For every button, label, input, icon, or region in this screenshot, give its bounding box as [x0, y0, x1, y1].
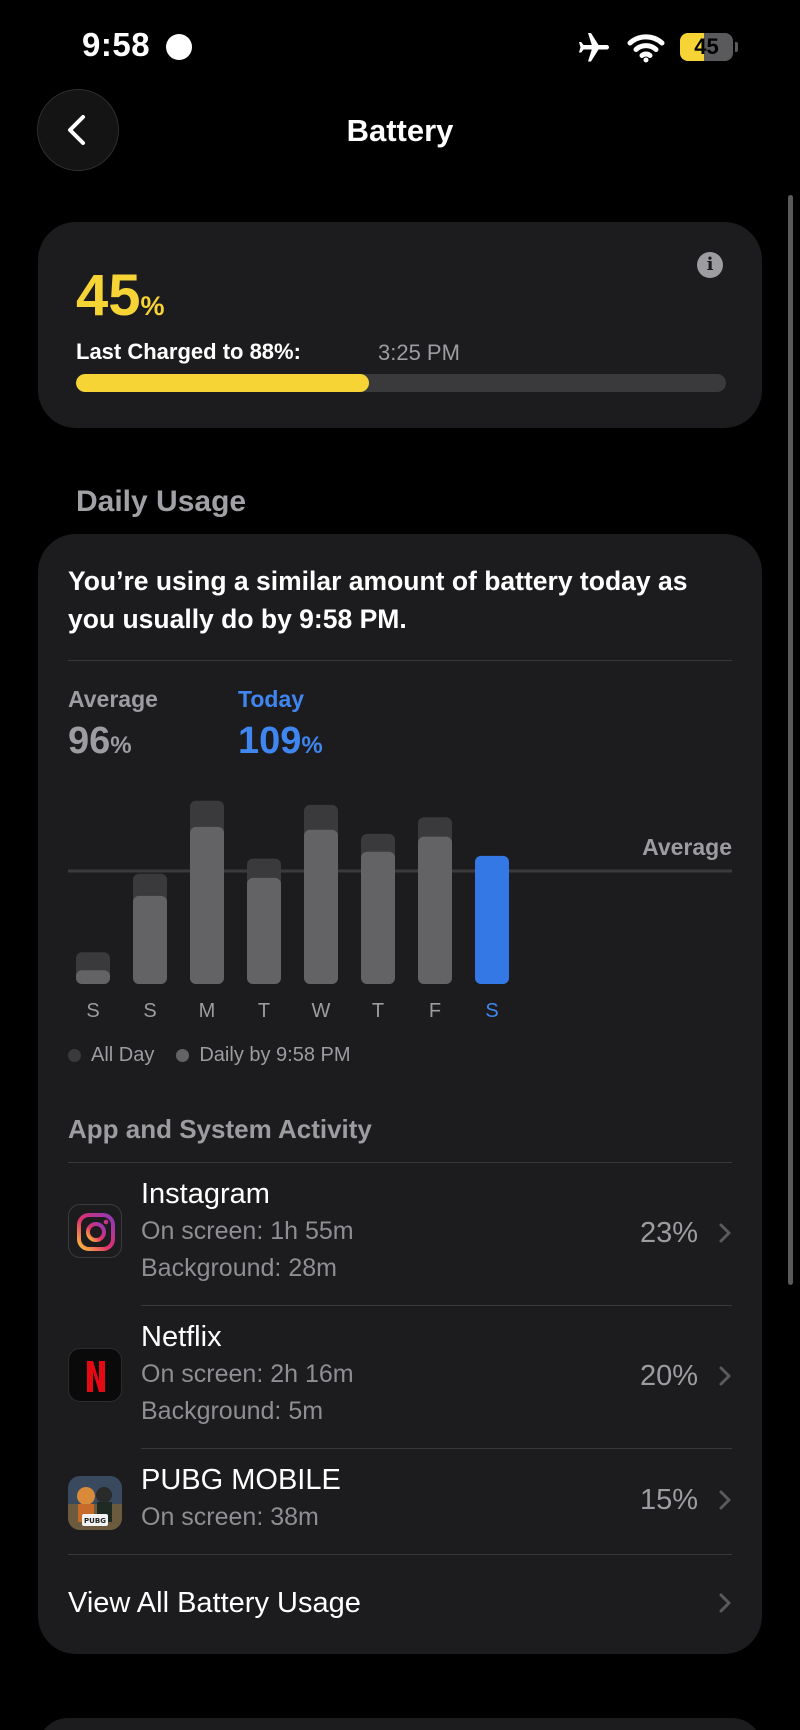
chart-legend: All Day Daily by 9:58 PM: [68, 1044, 373, 1067]
bar-today: [475, 855, 509, 984]
legend-all-day: All Day: [68, 1044, 154, 1067]
day-tick-label: M: [199, 1000, 216, 1022]
divider: [68, 660, 732, 661]
chevron-right-icon: [719, 1366, 731, 1386]
netflix-icon: [68, 1348, 122, 1402]
average-value: 96%: [68, 720, 132, 762]
status-bar: 9:58 45: [0, 0, 800, 100]
day-tick-label: F: [429, 1000, 441, 1022]
daily-usage-card: You’re using a similar amount of battery…: [38, 534, 762, 1654]
chevron-right-icon: [719, 1490, 731, 1510]
battery-level-bar-fill: [76, 374, 369, 392]
day-tick-label: S: [485, 1000, 498, 1022]
app-row-pubg-mobile[interactable]: PUBG PUBG MOBILE On screen: 38m 15%: [38, 1448, 762, 1554]
day-tick-label: S: [86, 1000, 99, 1022]
day-tick-label: T: [372, 1000, 384, 1022]
last-charged-time: 3:25 PM: [378, 340, 460, 365]
app-row-instagram[interactable]: Instagram On screen: 1h 55m Background: …: [38, 1162, 762, 1305]
app-row-netflix[interactable]: Netflix On screen: 2h 16m Background: 5m…: [38, 1305, 762, 1448]
bar-daily: [247, 877, 281, 984]
app-activity-header: App and System Activity: [68, 1114, 372, 1144]
day-tick-label: W: [312, 1000, 331, 1022]
status-time: 9:58: [82, 26, 151, 63]
battery-level-text: 45: [694, 34, 719, 59]
app-background: Background: 5m: [141, 1397, 324, 1425]
average-label: Average: [68, 686, 158, 712]
app-name: PUBG MOBILE: [141, 1464, 341, 1496]
app-percent: 23%: [639, 1217, 698, 1249]
app-on-screen: On screen: 38m: [141, 1503, 319, 1531]
pubg-mobile-icon: PUBG: [68, 1476, 122, 1530]
info-icon[interactable]: i: [697, 252, 723, 278]
app-name: Netflix: [141, 1321, 222, 1353]
app-on-screen: On screen: 2h 16m: [141, 1360, 354, 1388]
battery-level-bar: [76, 374, 726, 392]
bar-daily: [133, 895, 167, 984]
wifi-icon: [627, 34, 665, 63]
bar-daily: [76, 970, 110, 984]
today-value: 109%: [238, 720, 323, 762]
bar-daily: [418, 836, 452, 984]
average-line-label: Average: [642, 834, 732, 860]
airplane-mode-icon: [579, 33, 609, 62]
chevron-right-icon: [719, 1593, 731, 1613]
day-tick-label: S: [143, 1000, 156, 1022]
next-card: [38, 1718, 762, 1730]
svg-text:PUBG: PUBG: [84, 1517, 106, 1525]
bar-daily: [190, 826, 224, 984]
app-name: Instagram: [141, 1178, 270, 1210]
battery-icon: 45: [680, 33, 738, 61]
daily-usage-chart[interactable]: Average S S M T W T F S: [38, 784, 762, 1029]
battery-level-card: 45% i Last Charged to 88%: 3:25 PM: [38, 222, 762, 428]
view-all-label: View All Battery Usage: [68, 1587, 361, 1619]
app-on-screen: On screen: 1h 55m: [141, 1217, 354, 1245]
view-all-battery-usage[interactable]: View All Battery Usage: [38, 1554, 762, 1644]
today-label: Today: [238, 686, 305, 712]
app-percent: 15%: [639, 1484, 698, 1516]
legend-daily-by: Daily by 9:58 PM: [176, 1044, 351, 1067]
bar-daily: [304, 829, 338, 984]
page-title: Battery: [346, 113, 454, 148]
chevron-right-icon: [719, 1223, 731, 1243]
last-charged-label: Last Charged to 88%:: [76, 339, 301, 364]
instagram-icon: [68, 1204, 122, 1258]
bar-daily: [361, 851, 395, 984]
app-background: Background: 28m: [141, 1254, 337, 1282]
focus-indicator-icon: [166, 34, 192, 60]
day-tick-label: T: [258, 1000, 270, 1022]
scrollbar[interactable]: [788, 195, 793, 1285]
usage-insight-text: You’re using a similar amount of battery…: [68, 566, 688, 634]
battery-level-percent: 45%: [76, 263, 165, 328]
daily-usage-header: Daily Usage: [76, 485, 247, 518]
app-percent: 20%: [639, 1360, 698, 1392]
